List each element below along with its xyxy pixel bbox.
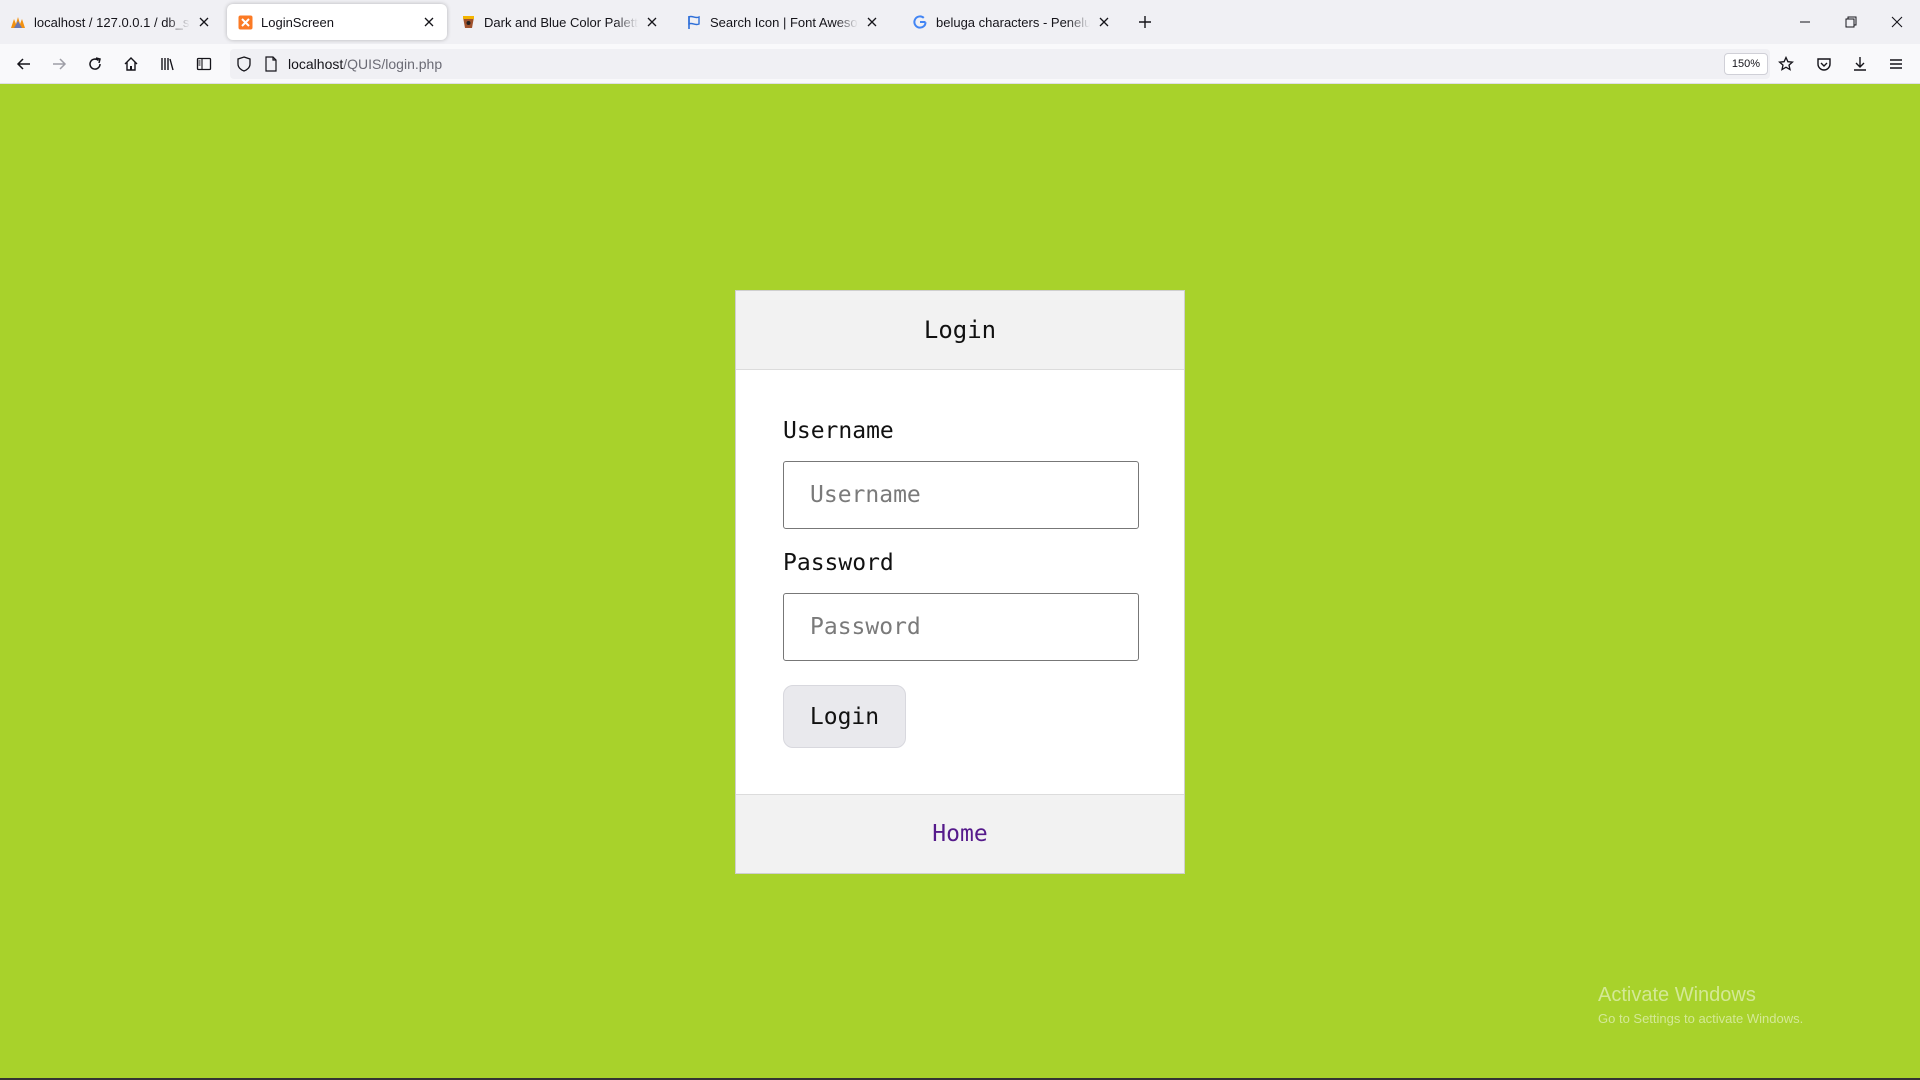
back-arrow-icon	[16, 58, 30, 70]
palette-site-icon	[460, 14, 476, 30]
password-label: Password	[783, 550, 894, 576]
watermark-title: Activate Windows	[1598, 984, 1756, 1006]
tab-label: LoginScreen	[261, 14, 334, 30]
watermark-subtitle: Go to Settings to activate Windows.	[1598, 1011, 1804, 1026]
pocket-icon	[1817, 58, 1831, 71]
zoom-level-badge[interactable]: 150%	[1724, 53, 1768, 75]
navigation-toolbar: localhost/QUIS/login.php 150%	[0, 44, 1920, 84]
tab-label: localhost / 127.0.0.1 / db_sekolah	[34, 14, 190, 30]
login-button[interactable]: Login	[783, 685, 906, 748]
page-info-icon[interactable]	[264, 56, 278, 77]
tab-strip: localhost / 127.0.0.1 / db_sekolah Login…	[0, 0, 1920, 44]
xampp-icon	[237, 14, 253, 30]
home-icon	[124, 57, 138, 71]
close-tab-icon[interactable]	[421, 14, 437, 30]
close-tab-icon[interactable]	[196, 14, 212, 30]
forward-arrow-icon	[53, 58, 67, 70]
library-icon	[161, 58, 174, 71]
plus-icon	[1139, 16, 1151, 28]
close-tab-icon[interactable]	[644, 14, 660, 30]
restore-icon	[1845, 16, 1857, 28]
restore-button[interactable]	[1836, 8, 1866, 36]
tab-font-awesome[interactable]: Search Icon | Font Awesome	[676, 4, 890, 40]
username-input[interactable]	[783, 461, 1139, 529]
new-tab-button[interactable]	[1134, 11, 1156, 33]
home-link[interactable]: Home	[932, 821, 987, 847]
hamburger-menu-icon	[1890, 59, 1902, 69]
tab-login-screen[interactable]: LoginScreen	[227, 4, 447, 40]
reload-button[interactable]	[83, 52, 107, 76]
login-card: Login Username Password Login Home	[735, 290, 1185, 874]
downloads-button[interactable]	[1848, 52, 1872, 76]
tab-label: Dark and Blue Color Palettes - Coolors	[484, 14, 638, 30]
reload-icon	[89, 57, 101, 70]
url-host: localhost	[288, 56, 344, 72]
address-bar[interactable]: localhost/QUIS/login.php 150%	[230, 49, 1770, 79]
home-button[interactable]	[119, 52, 143, 76]
google-icon	[912, 14, 928, 30]
close-window-button[interactable]	[1882, 8, 1912, 36]
library-button[interactable]	[156, 52, 180, 76]
back-button[interactable]	[12, 52, 36, 76]
tab-google-search[interactable]: beluga characters - Penelusuran Google	[902, 4, 1122, 40]
minimize-button[interactable]	[1790, 8, 1820, 36]
pocket-button[interactable]	[1812, 52, 1836, 76]
windows-activation-watermark: Activate Windows Go to Settings to activ…	[1598, 984, 1803, 1026]
password-input[interactable]	[783, 593, 1139, 661]
bookmark-star-button[interactable]	[1774, 52, 1798, 76]
close-tab-icon[interactable]	[1096, 14, 1112, 30]
star-icon	[1778, 56, 1794, 71]
tab-color-palettes[interactable]: Dark and Blue Color Palettes - Coolors	[450, 4, 670, 40]
close-icon	[1891, 16, 1903, 28]
url-path: /QUIS/login.php	[343, 56, 443, 72]
tab-phpmyadmin[interactable]: localhost / 127.0.0.1 / db_sekolah	[0, 4, 222, 40]
login-card-footer: Home	[736, 794, 1184, 873]
page-viewport: Login Username Password Login Home Activ…	[0, 84, 1920, 1080]
phpmyadmin-icon	[10, 14, 26, 30]
sidebar-icon	[196, 57, 212, 71]
minimize-icon	[1800, 21, 1810, 23]
url-text[interactable]: localhost/QUIS/login.php	[288, 56, 442, 72]
sidebar-toggle-button[interactable]	[192, 52, 216, 76]
tab-label: Search Icon | Font Awesome	[710, 14, 858, 30]
forward-button[interactable]	[47, 52, 71, 76]
download-icon	[1854, 57, 1866, 71]
tab-label: beluga characters - Penelusuran Google	[936, 14, 1090, 30]
close-tab-icon[interactable]	[864, 14, 880, 30]
login-card-header: Login	[736, 291, 1184, 370]
app-menu-button[interactable]	[1884, 52, 1908, 76]
font-awesome-flag-icon	[686, 14, 702, 30]
username-label: Username	[783, 418, 894, 444]
tracking-protection-shield-icon[interactable]	[236, 56, 252, 77]
